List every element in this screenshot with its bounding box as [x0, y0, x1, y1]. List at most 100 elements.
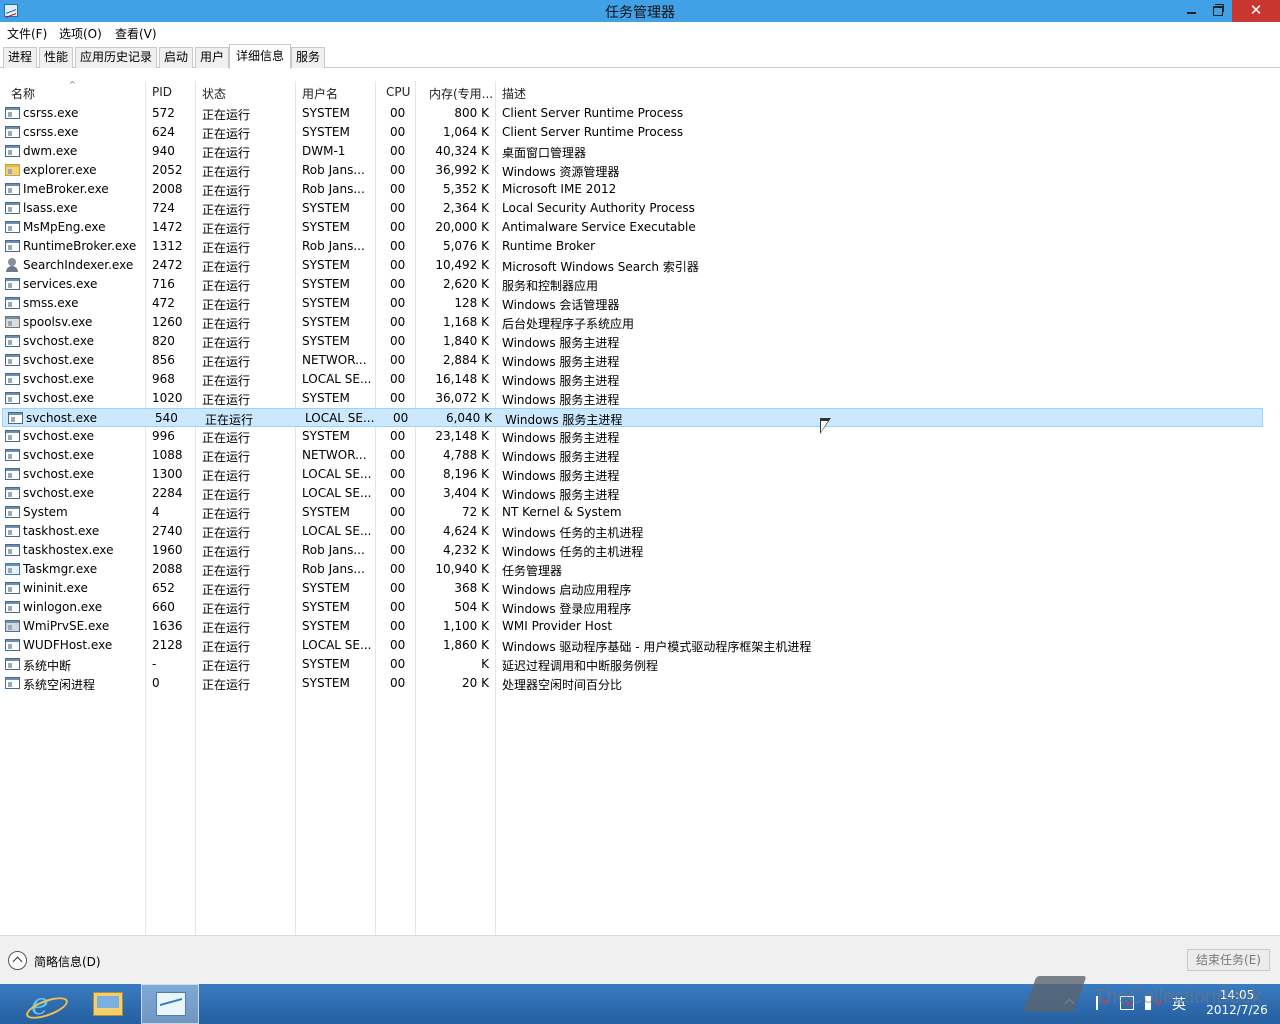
process-cpu: 00: [390, 581, 406, 595]
taskbar-task-manager[interactable]: [141, 984, 199, 1024]
table-row[interactable]: dwm.exe 940 正在运行 DWM-1 00 40,324 K 桌面窗口管理器: [0, 142, 1262, 161]
table-row[interactable]: smss.exe 472 正在运行 SYSTEM 00 128 K Windows 会话管理…: [0, 294, 1262, 313]
process-status: 正在运行: [202, 659, 251, 673]
process-user: SYSTEM: [302, 334, 350, 348]
process-description: Windows 资源管理器: [502, 165, 620, 179]
tab-services[interactable]: 服务: [291, 47, 325, 68]
column-pid[interactable]: PID: [152, 85, 172, 99]
process-user: SYSTEM: [302, 201, 350, 215]
column-name[interactable]: 名称: [11, 85, 35, 102]
menu-file[interactable]: 文件(F): [7, 25, 47, 42]
menu-view[interactable]: 查看(V): [115, 25, 157, 42]
process-name: svchost.exe: [23, 429, 94, 443]
process-status: 正在运行: [202, 393, 251, 407]
process-memory: 23,148 K: [435, 429, 489, 443]
tab-processes[interactable]: 进程: [3, 47, 37, 68]
process-user: SYSTEM: [302, 220, 350, 234]
tab-users[interactable]: 用户: [195, 47, 229, 68]
task-manager-icon: [5, 563, 20, 575]
generic-window-icon: [5, 468, 20, 480]
taskbar-file-explorer[interactable]: [79, 984, 137, 1024]
process-pid: 1636: [152, 619, 183, 633]
tab-startup[interactable]: 启动: [159, 47, 193, 68]
title-bar: 任务管理器 ✕: [0, 0, 1280, 22]
generic-window-icon: [5, 145, 20, 157]
column-description[interactable]: 描述: [502, 85, 526, 102]
table-row[interactable]: 系统中断 - 正在运行 SYSTEM 00 K 延迟过程调用和中断服务例程: [0, 655, 1262, 674]
process-status: 正在运行: [202, 260, 251, 274]
process-memory: 1,100 K: [442, 619, 489, 633]
process-user: Rob Jans...: [302, 163, 365, 177]
process-pid: 2008: [152, 182, 183, 196]
close-button[interactable]: ✕: [1232, 0, 1280, 22]
process-description: Windows 服务主进程: [502, 336, 620, 350]
tab-details[interactable]: 详细信息: [229, 44, 291, 69]
process-name: System: [23, 505, 68, 519]
table-row[interactable]: explorer.exe 2052 正在运行 Rob Jans... 00 36,992 …: [0, 161, 1262, 180]
wmi-icon: [5, 620, 20, 632]
process-name: SearchIndexer.exe: [23, 258, 134, 272]
person-icon: [5, 258, 20, 272]
process-name: taskhost.exe: [23, 524, 100, 538]
menu-options[interactable]: 选项(O): [59, 25, 102, 42]
generic-window-icon: [5, 354, 20, 366]
process-cpu: 00: [390, 562, 406, 576]
column-user[interactable]: 用户名: [302, 85, 338, 102]
table-row[interactable]: svchost.exe 856 正在运行 NETWOR... 00 2,884 K Wind…: [0, 351, 1262, 370]
column-status[interactable]: 状态: [202, 85, 226, 102]
column-cpu[interactable]: CPU: [386, 85, 410, 99]
scrollbar-track[interactable]: [1263, 69, 1280, 935]
table-row[interactable]: svchost.exe 1088 正在运行 NETWOR... 00 4,788 K Win…: [0, 446, 1262, 465]
table-row[interactable]: WmiPrvSE.exe 1636 正在运行 SYSTEM 00 1,100 K WMI P…: [0, 617, 1262, 636]
table-row[interactable]: csrss.exe 572 正在运行 SYSTEM 00 800 K Client Serv…: [0, 104, 1262, 123]
process-pid: 1472: [152, 220, 183, 234]
process-cpu: 00: [390, 657, 406, 671]
process-name: services.exe: [23, 277, 98, 291]
process-cpu: 00: [390, 524, 406, 538]
table-row[interactable]: taskhost.exe 2740 正在运行 LOCAL SE... 00 4,624 K…: [0, 522, 1262, 541]
table-row[interactable]: 系统空闲进程 0 正在运行 SYSTEM 00 20 K 处理器空闲时间百分比: [0, 674, 1262, 693]
table-row[interactable]: csrss.exe 624 正在运行 SYSTEM 00 1,064 K Client Se…: [0, 123, 1262, 142]
table-row[interactable]: taskhostex.exe 1960 正在运行 Rob Jans... 00 4,232…: [0, 541, 1262, 560]
table-row[interactable]: System 4 正在运行 SYSTEM 00 72 K NT Kernel & Syste…: [0, 503, 1262, 522]
table-row[interactable]: ImeBroker.exe 2008 正在运行 Rob Jans... 00 5,352 …: [0, 180, 1262, 199]
table-row[interactable]: lsass.exe 724 正在运行 SYSTEM 00 2,364 K Local Sec…: [0, 199, 1262, 218]
tab-performance[interactable]: 性能: [39, 47, 73, 68]
process-description: Windows 任务的主机进程: [502, 526, 644, 540]
column-memory[interactable]: 内存(专用...: [429, 85, 493, 102]
minimize-button[interactable]: [1178, 0, 1206, 22]
table-row[interactable]: winlogon.exe 660 正在运行 SYSTEM 00 504 K Windows …: [0, 598, 1262, 617]
table-row[interactable]: MsMpEng.exe 1472 正在运行 SYSTEM 00 20,000 K Antim…: [0, 218, 1262, 237]
process-pid: 2052: [152, 163, 183, 177]
generic-window-icon: [5, 449, 20, 461]
table-row[interactable]: svchost.exe 1020 正在运行 SYSTEM 00 36,072 K Windo…: [0, 389, 1262, 408]
table-row[interactable]: Taskmgr.exe 2088 正在运行 Rob Jans... 00 10,940 K…: [0, 560, 1262, 579]
table-row[interactable]: wininit.exe 652 正在运行 SYSTEM 00 368 K Windows 启…: [0, 579, 1262, 598]
table-row[interactable]: svchost.exe 820 正在运行 SYSTEM 00 1,840 K Windows…: [0, 332, 1262, 351]
process-description: 后台处理程序子系统应用: [502, 317, 635, 331]
table-row[interactable]: SearchIndexer.exe 2472 正在运行 SYSTEM 00 10,492 …: [0, 256, 1262, 275]
table-row[interactable]: svchost.exe 996 正在运行 SYSTEM 00 23,148 K Window…: [0, 427, 1262, 446]
table-row[interactable]: svchost.exe 1300 正在运行 LOCAL SE... 00 8,196 K W…: [0, 465, 1262, 484]
folder-icon: [5, 164, 20, 176]
process-pid: -: [152, 657, 157, 671]
process-cpu: 00: [390, 106, 406, 120]
table-row[interactable]: svchost.exe 2284 正在运行 LOCAL SE... 00 3,404 K W…: [0, 484, 1262, 503]
process-user: SYSTEM: [302, 676, 350, 690]
table-row[interactable]: spoolsv.exe 1260 正在运行 SYSTEM 00 1,168 K 后台处理程序…: [0, 313, 1262, 332]
process-pid: 820: [152, 334, 175, 348]
taskbar-internet-explorer[interactable]: e: [17, 984, 75, 1024]
table-row[interactable]: services.exe 716 正在运行 SYSTEM 00 2,620 K 服务和控制器…: [0, 275, 1262, 294]
process-description: Windows 登录应用程序: [502, 602, 632, 616]
process-status: 正在运行: [202, 241, 251, 255]
table-row-selected[interactable]: svchost.exe 540 正在运行 LOCAL SE... 00 6,040 K Wi…: [2, 408, 1263, 427]
process-status: 正在运行: [202, 488, 251, 502]
end-task-button[interactable]: 结束任务(E): [1187, 949, 1270, 971]
restore-button[interactable]: [1204, 0, 1232, 22]
tab-app-history[interactable]: 应用历史记录: [75, 47, 157, 68]
table-row[interactable]: svchost.exe 968 正在运行 LOCAL SE... 00 16,148 K W…: [0, 370, 1262, 389]
process-user: SYSTEM: [302, 581, 350, 595]
table-row[interactable]: RuntimeBroker.exe 1312 正在运行 Rob Jans... 00 5,…: [0, 237, 1262, 256]
table-row[interactable]: WUDFHost.exe 2128 正在运行 LOCAL SE... 00 1,860 K…: [0, 636, 1262, 655]
process-memory: 10,492 K: [435, 258, 489, 272]
